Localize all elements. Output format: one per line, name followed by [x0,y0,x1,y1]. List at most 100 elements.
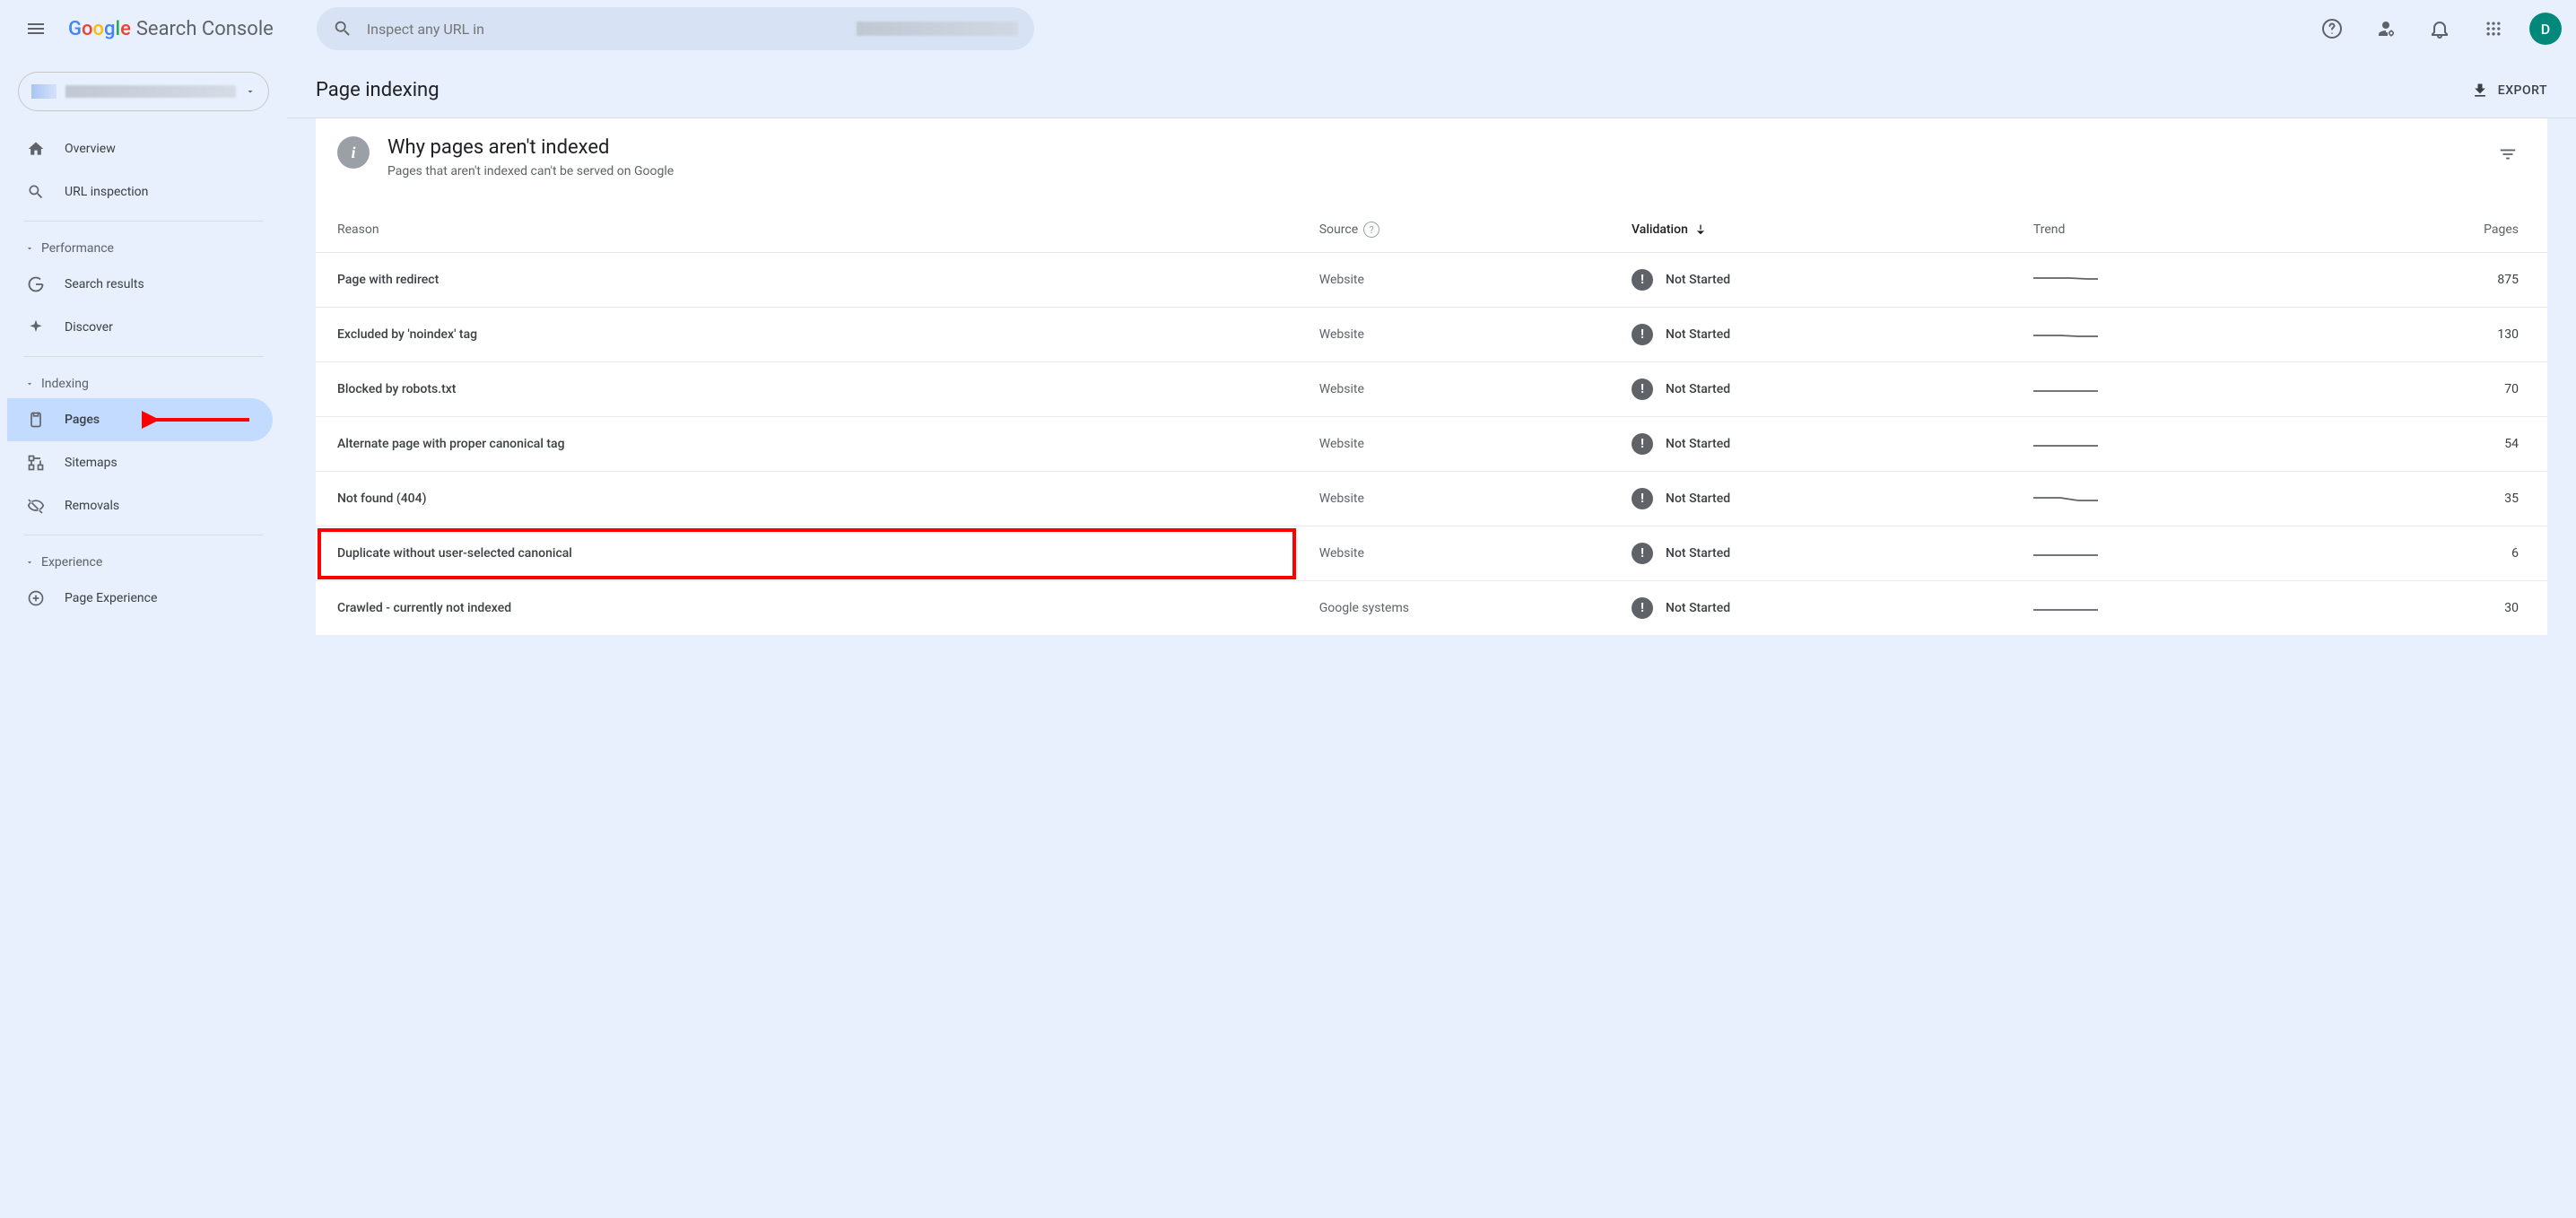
divider [23,221,264,222]
url-search-input[interactable] [367,21,842,38]
cell-trend [2012,526,2280,581]
sidebar-item-label: Discover [65,320,113,335]
chevron-down-icon [25,379,34,388]
sidebar-item-overview[interactable]: Overview [7,127,273,170]
search-icon [25,183,47,201]
cell-pages: 6 [2279,526,2547,581]
cell-pages: 130 [2279,308,2547,362]
table-row[interactable]: Excluded by 'noindex' tagWebsite!Not Sta… [316,308,2547,362]
star-icon [25,318,47,336]
export-button[interactable]: EXPORT [2471,82,2547,100]
not-started-icon: ! [1632,324,1653,345]
sidebar-section-indexing[interactable]: Indexing [7,364,280,398]
url-search-bar[interactable] [317,7,1034,50]
card-subtitle: Pages that aren't indexed can't be serve… [387,164,2472,178]
cell-pages: 875 [2279,253,2547,308]
circle-plus-icon [25,589,47,607]
table-row[interactable]: Crawled - currently not indexedGoogle sy… [316,581,2547,636]
account-avatar[interactable]: D [2529,13,2562,45]
visibility-off-icon [25,497,47,515]
cell-trend [2012,362,2280,417]
table-row[interactable]: Duplicate without user-selected canonica… [316,526,2547,581]
table-row[interactable]: Page with redirectWebsite!Not Started875 [316,253,2547,308]
sidebar-item-label: Page Experience [65,591,157,605]
not-started-icon: ! [1632,269,1653,291]
sidebar-item-label: Search results [65,277,144,291]
cell-source: Website [1298,472,1610,526]
cell-pages: 30 [2279,581,2547,636]
cell-reason: Crawled - currently not indexed [316,581,1298,636]
property-favicon [31,84,57,99]
sidebar-item-search-results[interactable]: Search results [7,263,273,306]
cell-source: Website [1298,526,1610,581]
avatar-initial: D [2541,21,2550,38]
sidebar-section-experience[interactable]: Experience [7,543,280,577]
cell-reason: Blocked by robots.txt [316,362,1298,417]
sidebar-item-pages[interactable]: Pages [7,398,273,441]
column-header-validation[interactable]: Validation [1610,196,2012,253]
help-button[interactable] [2314,11,2350,47]
column-header-source[interactable]: Source? [1298,196,1610,253]
search-icon [333,19,352,39]
divider [23,356,264,357]
cell-trend [2012,417,2280,472]
pages-icon [25,411,47,429]
sidebar-item-label: Sitemaps [65,456,117,470]
sidebar-item-discover[interactable]: Discover [7,306,273,349]
cell-reason: Duplicate without user-selected canonica… [316,526,1298,581]
card-title: Why pages aren't indexed [387,136,2472,159]
notifications-button[interactable] [2422,11,2458,47]
sitemap-icon [25,454,47,472]
sidebar-item-url-inspection[interactable]: URL inspection [7,170,273,213]
bell-icon [2429,18,2450,39]
indexing-reasons-table: Reason Source? Validation Trend Pages Pa… [316,196,2547,635]
cell-validation: !Not Started [1610,472,2012,526]
column-header-reason[interactable]: Reason [316,196,1298,253]
cell-reason: Alternate page with proper canonical tag [316,417,1298,472]
cell-trend [2012,253,2280,308]
cell-source: Google systems [1298,581,1610,636]
cell-trend [2012,472,2280,526]
chevron-down-icon [25,558,34,567]
property-selector[interactable] [18,72,269,111]
cell-reason: Excluded by 'noindex' tag [316,308,1298,362]
not-started-icon: ! [1632,378,1653,400]
sort-desc-icon [1693,222,1708,237]
hamburger-menu-button[interactable] [14,7,57,50]
product-name: Search Console [136,18,274,40]
product-logo[interactable]: Google Search Console [68,18,274,40]
sidebar-item-label: Pages [65,413,100,427]
table-row[interactable]: Alternate page with proper canonical tag… [316,417,2547,472]
sidebar-item-removals[interactable]: Removals [7,484,273,527]
section-label: Experience [41,555,102,570]
page-title: Page indexing [316,79,439,101]
table-row[interactable]: Not found (404)Website!Not Started 35 [316,472,2547,526]
cell-pages: 54 [2279,417,2547,472]
help-icon[interactable]: ? [1363,222,1379,238]
user-settings-button[interactable] [2368,11,2404,47]
app-header: Google Search Console D [0,0,2576,57]
cell-trend [2012,581,2280,636]
sidebar-item-sitemaps[interactable]: Sitemaps [7,441,273,484]
sidebar-item-label: Overview [65,142,116,156]
cell-source: Website [1298,253,1610,308]
chevron-down-icon [245,86,256,97]
user-settings-icon [2375,18,2397,39]
sidebar-item-label: URL inspection [65,185,148,199]
info-icon: i [337,136,370,169]
table-row[interactable]: Blocked by robots.txtWebsite!Not Started… [316,362,2547,417]
sidebar-section-performance[interactable]: Performance [7,229,280,263]
why-not-indexed-card: i Why pages aren't indexed Pages that ar… [316,118,2547,635]
filter-button[interactable] [2490,136,2526,172]
google-g-icon [25,275,47,293]
cell-reason: Not found (404) [316,472,1298,526]
redacted-property [857,22,1018,36]
filter-icon [2498,144,2518,164]
main-content: Page indexing EXPORT i Why pages aren't … [287,57,2576,1218]
column-header-trend[interactable]: Trend [2012,196,2280,253]
column-header-pages[interactable]: Pages [2279,196,2547,253]
cell-validation: !Not Started [1610,526,2012,581]
sidebar-item-page-experience[interactable]: Page Experience [7,577,273,620]
apps-button[interactable] [2476,11,2511,47]
cell-pages: 35 [2279,472,2547,526]
